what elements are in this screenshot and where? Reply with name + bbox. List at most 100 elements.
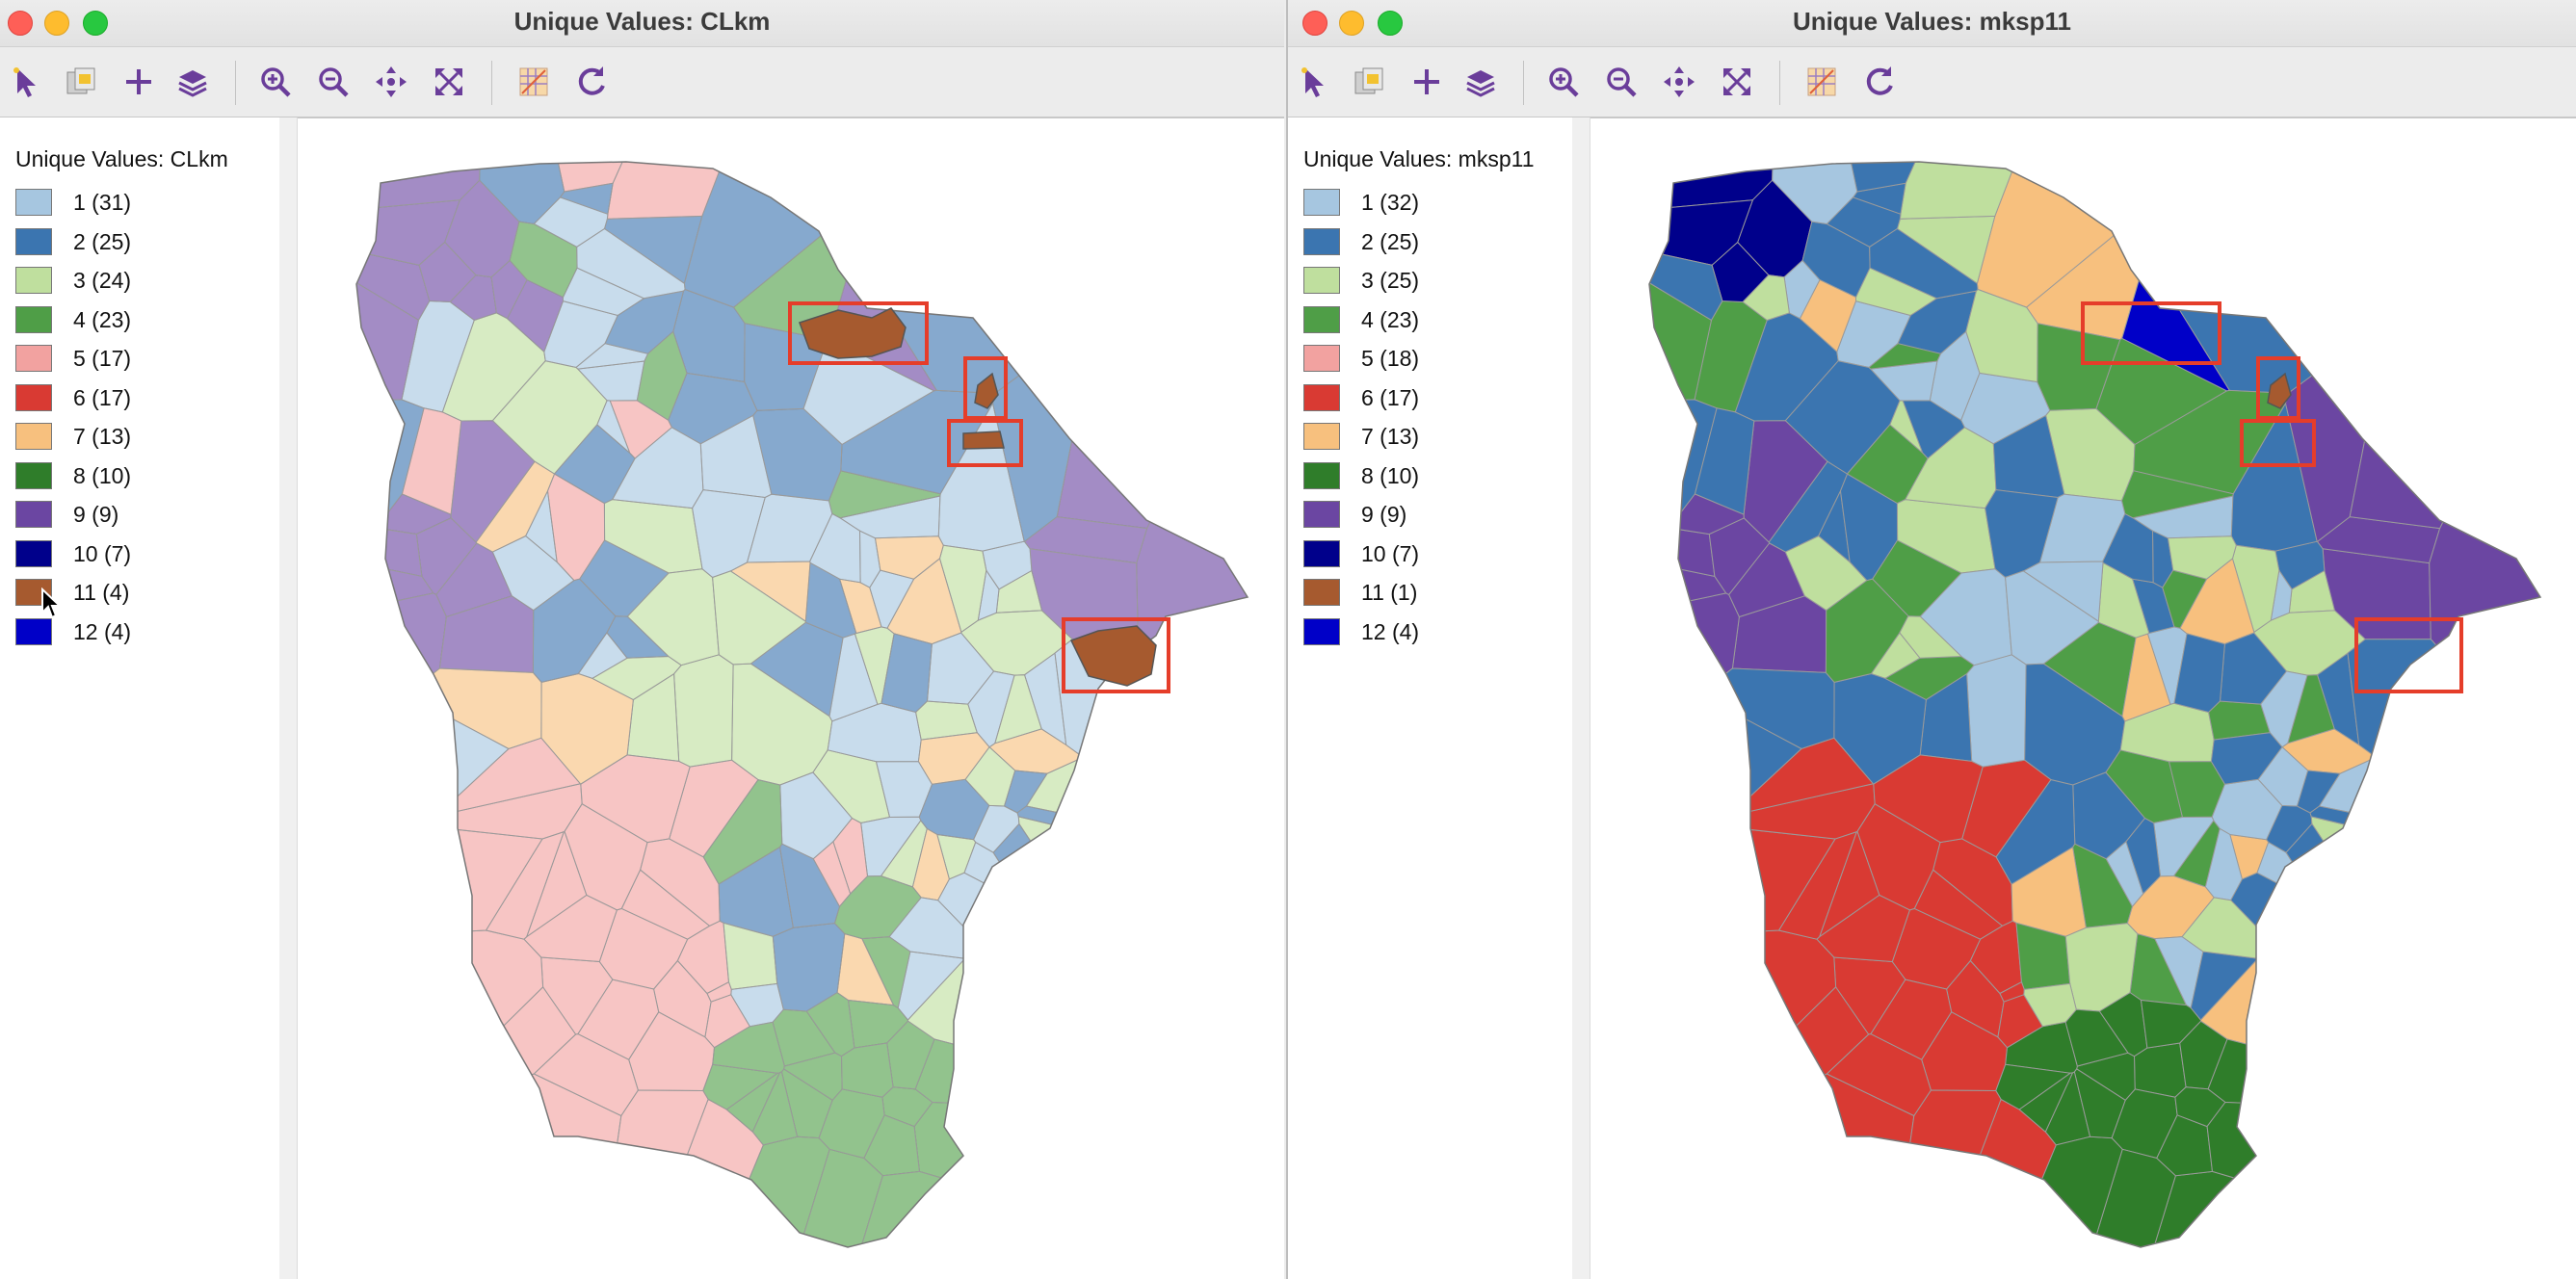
layers-icon[interactable] — [173, 63, 212, 101]
legend-item[interactable]: 2 (25) — [15, 227, 266, 261]
add-icon[interactable] — [119, 63, 158, 101]
legend-item[interactable]: 5 (18) — [1303, 345, 1554, 378]
legend-item[interactable]: 1 (31) — [15, 189, 266, 222]
legend-item[interactable]: 6 (17) — [1303, 383, 1554, 417]
legend-item[interactable]: 10 (7) — [15, 539, 266, 573]
add-icon[interactable] — [1407, 63, 1446, 101]
municipality-polygon[interactable] — [2285, 822, 2417, 981]
municipality-polygon[interactable] — [853, 1170, 1261, 1271]
refresh-icon[interactable] — [572, 63, 611, 101]
full-extent-icon[interactable] — [430, 63, 468, 101]
selection-shape-icon[interactable] — [1802, 63, 1841, 101]
legend-swatch[interactable] — [15, 383, 52, 411]
municipality-polygon[interactable] — [2145, 1170, 2554, 1271]
municipality-polygon[interactable] — [1016, 805, 1284, 883]
zoom-out-icon[interactable] — [314, 63, 353, 101]
legend-swatch[interactable] — [15, 461, 52, 489]
legend-swatch[interactable] — [1303, 501, 1340, 528]
municipality-polygon[interactable] — [2309, 805, 2576, 883]
map-canvas[interactable] — [297, 117, 1284, 1279]
legend-swatch[interactable] — [1303, 461, 1340, 489]
copy-image-icon[interactable] — [1350, 63, 1388, 101]
legend-item[interactable]: 6 (17) — [15, 383, 266, 417]
legend-swatch[interactable] — [1303, 539, 1340, 567]
legend-item[interactable]: 4 (23) — [1303, 305, 1554, 339]
legend-item[interactable]: 1 (32) — [1303, 189, 1554, 222]
legend-item[interactable]: 7 (13) — [15, 423, 266, 456]
legend-item[interactable]: 2 (25) — [1303, 227, 1554, 261]
municipality-polygon[interactable] — [2310, 816, 2576, 1064]
municipality-polygon[interactable] — [297, 1073, 622, 1271]
legend-swatch[interactable] — [1303, 345, 1340, 372]
legend-item[interactable]: 12 (4) — [1303, 617, 1554, 651]
municipality-polygon[interactable] — [992, 822, 1124, 981]
legend-item[interactable]: 12 (4) — [15, 617, 266, 651]
layers-icon[interactable] — [1461, 63, 1500, 101]
legend-swatch[interactable] — [1303, 189, 1340, 216]
legend-item[interactable]: 5 (17) — [15, 345, 266, 378]
legend-swatch[interactable] — [15, 345, 52, 372]
panel-splitter[interactable] — [279, 117, 298, 1279]
municipality-polygon[interactable] — [673, 654, 734, 768]
municipality-polygon[interactable] — [2429, 231, 2576, 817]
title-bar[interactable]: Unique Values: CLkm — [0, 0, 1284, 47]
legend-item[interactable]: 11 (1) — [1303, 579, 1554, 612]
municipality-polygon[interactable] — [2145, 135, 2576, 394]
legend-swatch[interactable] — [1303, 227, 1340, 255]
municipality-polygon[interactable] — [1056, 135, 1284, 530]
legend-item[interactable]: 3 (24) — [15, 267, 266, 300]
legend-swatch[interactable] — [15, 501, 52, 528]
legend-item[interactable]: 3 (25) — [1303, 267, 1554, 300]
municipality-polygon[interactable] — [2318, 756, 2576, 862]
legend-item[interactable]: 7 (13) — [1303, 423, 1554, 456]
panel-splitter[interactable] — [1572, 117, 1590, 1279]
municipality-polygon[interactable] — [1966, 654, 2027, 768]
select-arrow-icon[interactable] — [1296, 63, 1334, 101]
legend-swatch[interactable] — [15, 539, 52, 567]
municipality-polygon[interactable] — [297, 527, 423, 578]
legend-item[interactable]: 9 (9) — [15, 501, 266, 534]
municipality-polygon[interactable] — [914, 1038, 1225, 1115]
refresh-icon[interactable] — [1860, 63, 1899, 101]
legend-item[interactable]: 4 (23) — [15, 305, 266, 339]
municipality-polygon[interactable] — [913, 1101, 1284, 1272]
legend-swatch[interactable] — [15, 267, 52, 294]
zoom-in-icon[interactable] — [256, 63, 295, 101]
legend-swatch[interactable] — [15, 189, 52, 216]
legend-swatch[interactable] — [1303, 267, 1340, 294]
municipality-polygon[interactable] — [1590, 527, 1716, 578]
municipality-polygon[interactable] — [1590, 1073, 1915, 1271]
municipality-polygon[interactable] — [2347, 639, 2562, 791]
legend-swatch[interactable] — [1303, 305, 1340, 333]
legend-swatch[interactable] — [1303, 579, 1340, 606]
legend-swatch[interactable] — [15, 617, 52, 645]
legend-swatch[interactable] — [15, 423, 52, 450]
municipality-polygon[interactable] — [297, 592, 447, 749]
legend-swatch[interactable] — [1303, 617, 1340, 645]
legend-item[interactable]: 8 (10) — [15, 461, 266, 495]
pan-icon[interactable] — [1660, 63, 1698, 101]
select-arrow-icon[interactable] — [8, 63, 46, 101]
zoom-in-icon[interactable] — [1544, 63, 1583, 101]
legend-swatch[interactable] — [1303, 423, 1340, 450]
full-extent-icon[interactable] — [1718, 63, 1756, 101]
municipality-polygon[interactable] — [1017, 816, 1284, 1064]
municipality-polygon[interactable] — [2349, 135, 2576, 530]
selection-shape-icon[interactable] — [514, 63, 553, 101]
municipality-polygon[interactable] — [1590, 929, 1837, 1179]
municipality-polygon[interactable] — [297, 929, 544, 1179]
municipality-polygon[interactable] — [853, 135, 1284, 394]
legend-item[interactable]: 8 (10) — [1303, 461, 1554, 495]
pan-icon[interactable] — [372, 63, 410, 101]
legend-swatch[interactable] — [15, 227, 52, 255]
legend-swatch[interactable] — [15, 305, 52, 333]
municipality-polygon[interactable] — [1136, 231, 1284, 817]
municipality-polygon[interactable] — [2206, 1101, 2576, 1272]
zoom-out-icon[interactable] — [1602, 63, 1641, 101]
legend-item[interactable]: 9 (9) — [1303, 501, 1554, 534]
map-canvas[interactable] — [1590, 117, 2576, 1279]
municipality-polygon[interactable] — [2199, 950, 2576, 1126]
municipality-polygon[interactable] — [1590, 592, 1740, 749]
selected-polygon[interactable] — [962, 431, 1005, 450]
legend-swatch[interactable] — [1303, 383, 1340, 411]
